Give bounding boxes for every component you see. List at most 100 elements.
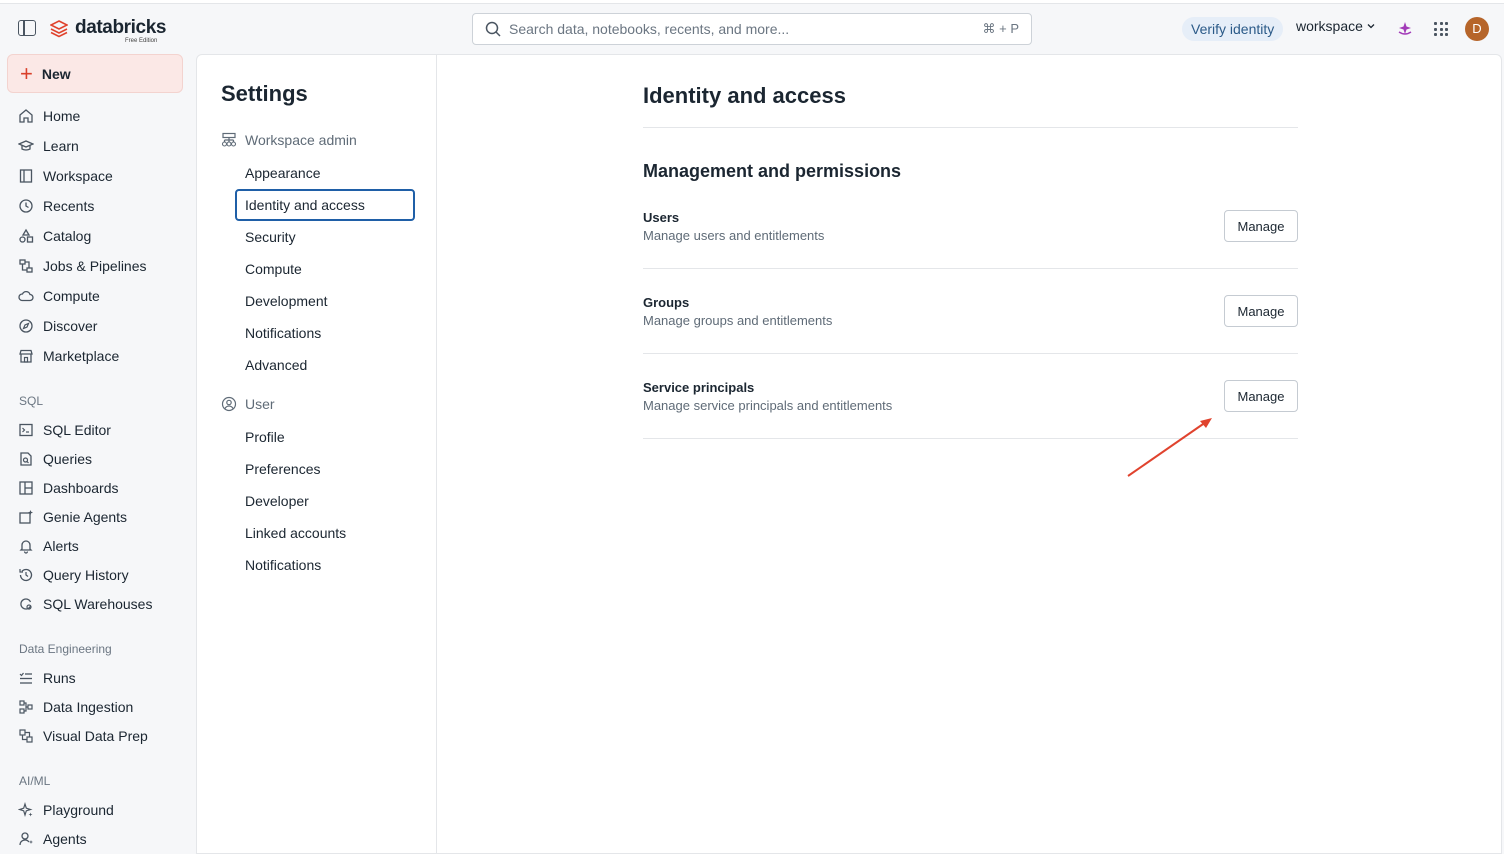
chevron-down-icon bbox=[1367, 24, 1375, 29]
verify-identity-button[interactable]: Verify identity bbox=[1182, 17, 1284, 41]
sidebar-toggle-icon[interactable] bbox=[18, 20, 36, 36]
manage-users-button[interactable]: Manage bbox=[1224, 210, 1298, 242]
groups-title: Groups bbox=[643, 295, 690, 310]
sidebar-item-agents[interactable]: Agents bbox=[18, 828, 87, 850]
brand-edition: Free Edition bbox=[125, 38, 158, 44]
brand-name: databricks bbox=[75, 17, 167, 38]
sidebar-item-label: SQL Warehouses bbox=[43, 596, 153, 612]
bell-icon bbox=[18, 538, 34, 554]
sidebar-item-label: Workspace bbox=[43, 168, 113, 184]
main-panel: Settings Workspace admin Appearance Iden… bbox=[196, 54, 1502, 854]
settings-item-development[interactable]: Development bbox=[235, 285, 415, 317]
manage-service-principals-button[interactable]: Manage bbox=[1224, 380, 1298, 412]
sidebar-item-marketplace[interactable]: Marketplace bbox=[18, 345, 119, 367]
sidebar-section-sql: SQL bbox=[19, 394, 44, 408]
sidebar-item-label: Genie Agents bbox=[43, 509, 128, 525]
sidebar-item-sql-warehouses[interactable]: SQL Warehouses bbox=[18, 593, 152, 615]
apps-grid-icon[interactable] bbox=[1434, 22, 1448, 36]
search-input[interactable]: Search data, notebooks, recents, and mor… bbox=[509, 21, 983, 37]
new-button[interactable]: + New bbox=[7, 54, 183, 93]
sidebar-item-sql-editor[interactable]: SQL Editor bbox=[18, 419, 111, 441]
data-prep-icon bbox=[18, 728, 34, 744]
sidebar-item-discover[interactable]: Discover bbox=[18, 315, 97, 337]
settings-item-appearance[interactable]: Appearance bbox=[235, 157, 415, 189]
page-title: Identity and access bbox=[643, 83, 846, 108]
sidebar-item-alerts[interactable]: Alerts bbox=[18, 535, 79, 557]
sidebar-item-label: Catalog bbox=[43, 228, 92, 244]
sidebar-item-genie-agents[interactable]: Genie Agents bbox=[18, 506, 127, 528]
runs-icon bbox=[18, 670, 34, 686]
databricks-logo-icon bbox=[50, 20, 68, 38]
settings-item-user-notifications[interactable]: Notifications bbox=[235, 549, 415, 581]
sidebar-item-jobs-pipelines[interactable]: Jobs & Pipelines bbox=[18, 255, 147, 277]
sidebar-item-label: Marketplace bbox=[43, 348, 120, 364]
clock-icon bbox=[18, 198, 34, 214]
settings-item-developer[interactable]: Developer bbox=[235, 485, 415, 517]
sidebar-item-label: Agents bbox=[43, 831, 87, 847]
search-bar[interactable]: Search data, notebooks, recents, and mor… bbox=[472, 13, 1032, 45]
workspace-admin-label: Workspace admin bbox=[245, 132, 357, 148]
workspace-admin-icon bbox=[221, 132, 237, 147]
brand-logo[interactable]: databricks Free Edition bbox=[50, 17, 167, 44]
sidebar-item-home[interactable]: Home bbox=[18, 105, 80, 127]
cloud-icon bbox=[18, 288, 34, 304]
manage-groups-button[interactable]: Manage bbox=[1224, 295, 1298, 327]
left-sidebar: + New Home Learn Workspace Recents Catal… bbox=[0, 54, 196, 854]
sidebar-item-catalog[interactable]: Catalog bbox=[18, 225, 91, 247]
users-title: Users bbox=[643, 210, 680, 225]
divider bbox=[643, 127, 1298, 128]
settings-item-advanced[interactable]: Advanced bbox=[235, 349, 415, 381]
avatar[interactable]: D bbox=[1465, 17, 1489, 41]
history-icon bbox=[18, 567, 34, 583]
sidebar-section-data-engineering: Data Engineering bbox=[19, 642, 112, 656]
sidebar-item-label: Recents bbox=[43, 198, 95, 214]
settings-item-preferences[interactable]: Preferences bbox=[235, 453, 415, 485]
settings-title: Settings bbox=[221, 81, 308, 106]
sidebar-item-playground[interactable]: Playground bbox=[18, 799, 114, 821]
groups-description: Manage groups and entitlements bbox=[643, 313, 833, 328]
settings-item-profile[interactable]: Profile bbox=[235, 421, 415, 453]
service-principals-title: Service principals bbox=[643, 380, 755, 395]
dashboard-icon bbox=[18, 480, 34, 496]
sidebar-item-label: Data Ingestion bbox=[43, 699, 134, 715]
sidebar-item-learn[interactable]: Learn bbox=[18, 135, 79, 157]
user-circle-icon bbox=[221, 396, 237, 412]
settings-item-identity-and-access[interactable]: Identity and access bbox=[235, 189, 415, 221]
settings-item-notifications[interactable]: Notifications bbox=[235, 317, 415, 349]
sidebar-item-data-ingestion[interactable]: Data Ingestion bbox=[18, 696, 133, 718]
warehouse-icon bbox=[18, 596, 34, 612]
sidebar-item-label: Home bbox=[43, 108, 81, 124]
ingestion-icon bbox=[18, 699, 34, 715]
settings-item-compute[interactable]: Compute bbox=[235, 253, 415, 285]
sidebar-item-compute[interactable]: Compute bbox=[18, 285, 100, 307]
sidebar-item-label: Discover bbox=[43, 318, 98, 334]
sidebar-item-label: Dashboards bbox=[43, 480, 119, 496]
sidebar-item-label: Jobs & Pipelines bbox=[43, 258, 147, 274]
settings-item-security[interactable]: Security bbox=[235, 221, 415, 253]
workspace-switcher[interactable]: workspace bbox=[1296, 18, 1375, 34]
sidebar-item-label: SQL Editor bbox=[43, 422, 111, 438]
sidebar-item-runs[interactable]: Runs bbox=[18, 667, 76, 689]
sidebar-item-query-history[interactable]: Query History bbox=[18, 564, 129, 586]
sidebar-item-label: Compute bbox=[43, 288, 100, 304]
sidebar-item-queries[interactable]: Queries bbox=[18, 448, 92, 470]
sidebar-item-dashboards[interactable]: Dashboards bbox=[18, 477, 119, 499]
sidebar-item-recents[interactable]: Recents bbox=[18, 195, 94, 217]
sidebar-item-label: Queries bbox=[43, 451, 93, 467]
annotation-arrow-icon bbox=[1127, 418, 1212, 477]
sparkle-icon bbox=[18, 802, 34, 818]
sidebar-item-label: Playground bbox=[43, 802, 114, 818]
sidebar-item-label: Visual Data Prep bbox=[43, 728, 148, 744]
assistant-icon[interactable] bbox=[1396, 20, 1414, 38]
search-icon bbox=[485, 21, 501, 37]
settings-item-linked-accounts[interactable]: Linked accounts bbox=[235, 517, 415, 549]
sidebar-item-visual-data-prep[interactable]: Visual Data Prep bbox=[18, 725, 148, 747]
sidebar-item-workspace[interactable]: Workspace bbox=[18, 165, 113, 187]
sidebar-item-label: Query History bbox=[43, 567, 129, 583]
query-icon bbox=[18, 451, 34, 467]
service-principals-description: Manage service principals and entitlemen… bbox=[643, 398, 893, 413]
new-button-label: New bbox=[41, 65, 71, 82]
home-icon bbox=[18, 108, 34, 124]
sidebar-item-label: Alerts bbox=[43, 538, 79, 554]
catalog-icon bbox=[18, 228, 34, 244]
